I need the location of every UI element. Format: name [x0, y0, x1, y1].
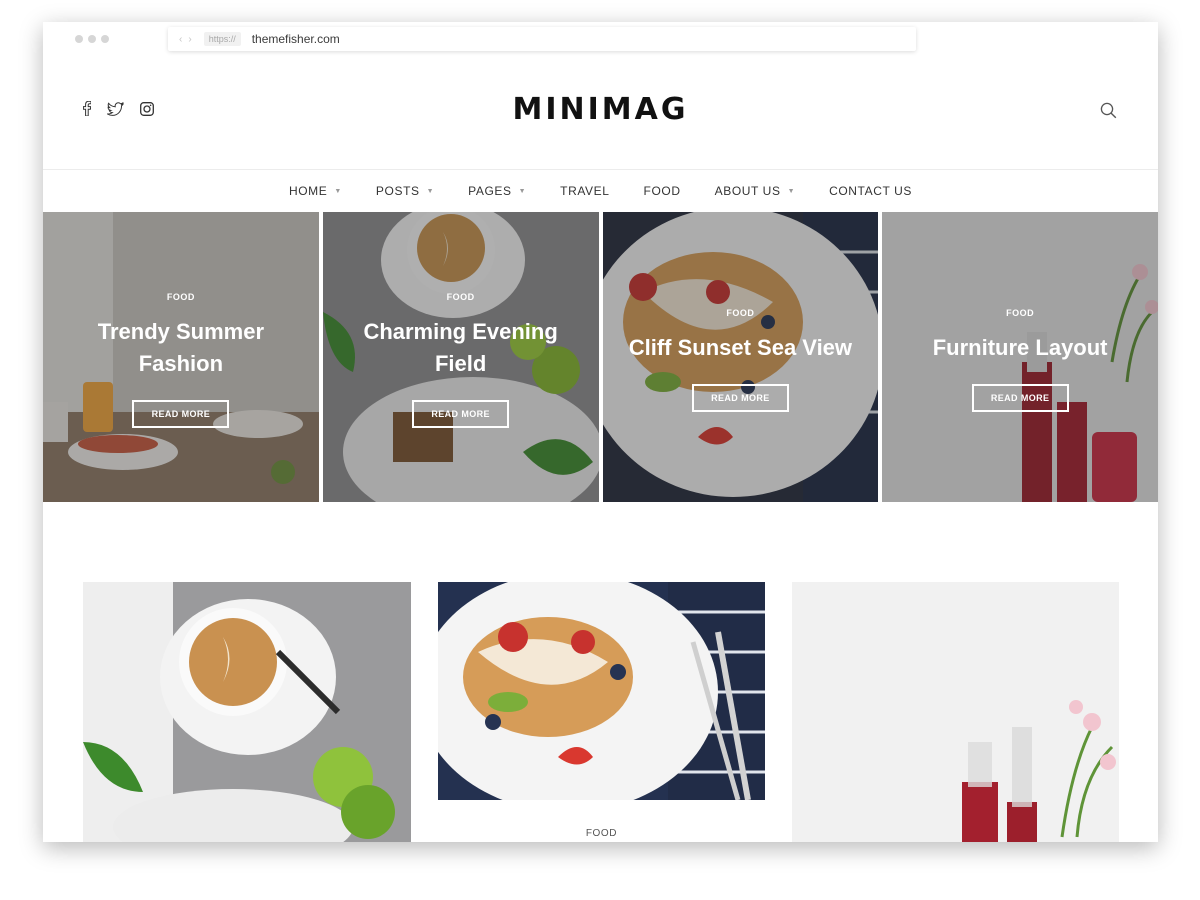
slide-content: FOOD Cliff Sunset Sea View READ MORE — [603, 308, 879, 412]
post-card-image[interactable] — [83, 582, 411, 842]
chevron-down-icon: ▼ — [426, 187, 435, 195]
read-more-button[interactable]: READ MORE — [132, 400, 230, 428]
post-image — [438, 582, 765, 800]
slide-title[interactable]: Trendy Summer Fashion — [43, 316, 319, 380]
featured-slider: FOOD Trendy Summer Fashion READ MORE FOO… — [43, 212, 1158, 502]
slide-content: FOOD Charming Evening Field READ MORE — [323, 292, 599, 428]
slide-category[interactable]: FOOD — [882, 308, 1158, 318]
browser-chrome: ‹ › https:// themefisher.com — [43, 22, 1158, 56]
nav-label: PAGES — [468, 184, 512, 198]
chevron-left-icon[interactable]: ‹ — [179, 34, 182, 45]
nav-label: TRAVEL — [560, 184, 610, 198]
search-icon[interactable] — [1100, 102, 1117, 119]
nav-item-travel[interactable]: TRAVEL — [560, 184, 609, 198]
slide-title[interactable]: Cliff Sunset Sea View — [603, 332, 879, 364]
nav-label: POSTS — [375, 184, 420, 198]
nav-label: HOME — [288, 184, 328, 198]
slide-title[interactable]: Charming Evening Field — [323, 316, 599, 380]
url-domain[interactable]: themefisher.com — [252, 32, 340, 46]
slide-card[interactable]: FOOD Furniture Layout READ MORE — [882, 212, 1158, 502]
post-card-image[interactable] — [792, 582, 1119, 842]
close-dot[interactable] — [75, 35, 83, 43]
nav-item-food[interactable]: FOOD — [644, 184, 681, 198]
slide-title[interactable]: Furniture Layout — [882, 332, 1158, 364]
slide-content: FOOD Furniture Layout READ MORE — [882, 308, 1158, 412]
nav-item-posts[interactable]: POSTS ▼ — [376, 184, 434, 198]
read-more-button[interactable]: READ MORE — [691, 384, 789, 412]
slide-category[interactable]: FOOD — [43, 292, 319, 302]
main-navigation: HOME ▼ POSTS ▼ PAGES ▼ TRAVEL FOOD ABOUT… — [43, 169, 1158, 212]
minimize-dot[interactable] — [88, 35, 96, 43]
post-image — [83, 582, 411, 842]
nav-item-about-us[interactable]: ABOUT US ▼ — [715, 184, 795, 198]
slide-content: FOOD Trendy Summer Fashion READ MORE — [43, 292, 319, 428]
slide-category[interactable]: FOOD — [323, 292, 599, 302]
post-card-image[interactable] — [438, 582, 765, 800]
window-controls — [75, 35, 109, 43]
read-more-button[interactable]: READ MORE — [412, 400, 510, 428]
nav-item-contact-us[interactable]: CONTACT US — [829, 184, 912, 198]
url-protocol: https:// — [203, 32, 241, 46]
chevron-right-icon[interactable]: › — [188, 34, 191, 45]
chevron-down-icon: ▼ — [334, 187, 342, 195]
slide-card[interactable]: FOOD Charming Evening Field READ MORE — [322, 212, 599, 502]
site-logo[interactable]: MINIMAG — [43, 92, 1158, 127]
nav-label: ABOUT US — [714, 184, 781, 198]
browser-window: ‹ › https:// themefisher.com MINIMAG HOM… — [43, 22, 1158, 842]
slide-card[interactable]: FOOD Trendy Summer Fashion READ MORE — [43, 212, 319, 502]
nav-label: CONTACT US — [829, 184, 912, 198]
history-arrows: ‹ › — [179, 34, 192, 45]
post-image — [792, 582, 1119, 842]
slide-category[interactable]: FOOD — [603, 308, 879, 318]
slide-card[interactable]: FOOD Cliff Sunset Sea View READ MORE — [602, 212, 879, 502]
chevron-down-icon: ▼ — [518, 187, 527, 195]
chevron-down-icon: ▼ — [787, 187, 796, 195]
address-bar[interactable]: ‹ › https:// themefisher.com — [168, 27, 916, 51]
nav-item-home[interactable]: HOME ▼ — [289, 184, 342, 198]
maximize-dot[interactable] — [101, 35, 109, 43]
nav-label: FOOD — [643, 184, 681, 198]
nav-item-pages[interactable]: PAGES ▼ — [468, 184, 526, 198]
post-category[interactable]: FOOD — [438, 828, 765, 839]
read-more-button[interactable]: READ MORE — [971, 384, 1069, 412]
